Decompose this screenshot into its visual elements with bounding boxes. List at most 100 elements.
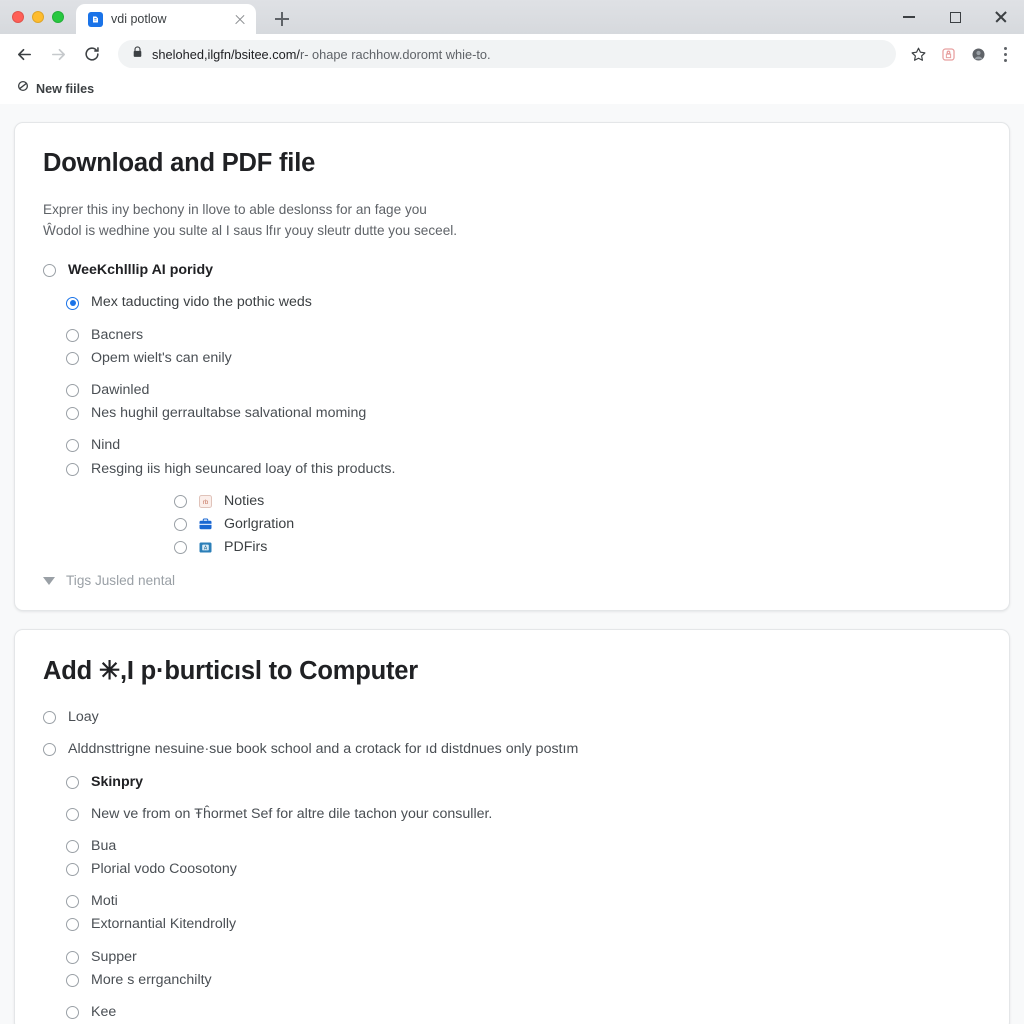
- window-controls: [886, 0, 1024, 34]
- browser-window: vdi potlow shelohed,ilgfn/bsitee.com/r- …: [0, 0, 1024, 1024]
- svg-text:rb: rb: [203, 500, 209, 506]
- radio-option-row[interactable]: Nind: [43, 436, 981, 455]
- radio-option-label: Dawinled: [91, 382, 150, 398]
- radio-option-label: Opem wielt's can enily: [91, 349, 232, 366]
- disclosure-toggle[interactable]: Tigs Jusled nental: [43, 573, 981, 588]
- tab-close-icon[interactable]: [232, 11, 248, 27]
- radio-option-row[interactable]: WeeKchlllip AI poridy: [43, 261, 981, 280]
- radio-button[interactable]: [66, 839, 79, 853]
- radio-option-label: Moti: [91, 893, 118, 910]
- radio-option-label: Bacners: [91, 326, 144, 343]
- browser-tab[interactable]: vdi potlow: [76, 4, 256, 34]
- radio-option-row[interactable]: Kee: [43, 1003, 981, 1022]
- radio-option-row[interactable]: Plorial vodo Coosotony: [43, 860, 981, 879]
- reload-icon[interactable]: [76, 38, 108, 70]
- radio-option-label: WeeKchlllip AI poridy: [68, 262, 214, 279]
- radio-button[interactable]: [174, 541, 187, 555]
- radio-option-label: PDFirs: [224, 539, 268, 556]
- address-bar[interactable]: shelohed,ilgfn/bsitee.com/r- ohape rachh…: [118, 40, 896, 68]
- bookmark-item-new-files[interactable]: New fiiles: [10, 76, 100, 101]
- new-tab-button[interactable]: [268, 5, 296, 33]
- radio-option-row[interactable]: Supper: [43, 948, 981, 967]
- radio-button[interactable]: [66, 407, 79, 421]
- minimize-button[interactable]: [886, 0, 932, 34]
- card-description: Exprer this iny bechony in llove to able…: [43, 200, 981, 241]
- radio-button[interactable]: [66, 462, 79, 476]
- close-button[interactable]: [978, 0, 1024, 34]
- radio-option-label: Extornantial Kitendrolly: [91, 916, 237, 933]
- minimize-window-dot[interactable]: [32, 11, 44, 23]
- radio-button[interactable]: [66, 351, 79, 365]
- radio-option-row[interactable]: New ve from on Ŧĥormet Sef for altre dil…: [43, 805, 981, 824]
- radio-option-row[interactable]: Bua: [43, 837, 981, 856]
- radio-option-label: Kee: [91, 1003, 117, 1020]
- radio-option-row[interactable]: Dawinled: [43, 381, 981, 400]
- radio-option-row[interactable]: Skinpry: [43, 773, 981, 792]
- radio-button[interactable]: [66, 1006, 79, 1019]
- radio-option-label: Mex taducting vido the pothic weds: [91, 294, 312, 311]
- radio-button[interactable]: [66, 863, 79, 877]
- radio-option-row[interactable]: Alddnsttrigne nesuine·sue book school an…: [43, 740, 981, 759]
- star-icon[interactable]: [904, 40, 932, 68]
- card-add-to-computer: Add ✳,I p·burticısl to Computer Loay Ald…: [14, 629, 1010, 1024]
- description-line-1: Exprer this iny bechony in llove to able…: [43, 202, 427, 217]
- radio-option-row[interactable]: Resging iis high seuncared loay of this …: [43, 460, 981, 479]
- tab-title: vdi potlow: [111, 12, 167, 26]
- tab-favicon-icon: [88, 11, 103, 27]
- radio-button[interactable]: [66, 775, 79, 789]
- radio-button[interactable]: [174, 517, 187, 531]
- radio-button[interactable]: [66, 328, 79, 342]
- back-arrow-icon[interactable]: [8, 38, 40, 70]
- radio-option-label: Gorlgration: [224, 515, 295, 532]
- radio-option-label: Bua: [91, 837, 117, 854]
- radio-option-row[interactable]: Opem wielt's can enily: [43, 349, 981, 368]
- traffic-light-buttons: [0, 11, 74, 34]
- radio-option-row[interactable]: More s errganchilty: [43, 971, 981, 990]
- radio-option-row[interactable]: Bacners: [43, 326, 981, 345]
- close-window-dot[interactable]: [12, 11, 24, 23]
- link-icon: [16, 79, 30, 98]
- radio-option-label: Supper: [91, 948, 137, 965]
- radio-button-selected[interactable]: [66, 296, 79, 310]
- radio-option-row-with-icon[interactable]: A PDFirs: [43, 538, 981, 557]
- radio-option-label: More s errganchilty: [91, 971, 212, 988]
- maximize-button[interactable]: [932, 0, 978, 34]
- radio-option-label: Plorial vodo Coosotony: [91, 861, 237, 878]
- radio-option-row[interactable]: Nes hughil gerraultabse salvational momi…: [43, 404, 981, 423]
- bookmark-label: New fiiles: [36, 81, 95, 96]
- radio-option-row-with-icon[interactable]: Gorlgration: [43, 515, 981, 534]
- radio-button[interactable]: [174, 494, 187, 508]
- radio-option-label: Nes hughil gerraultabse salvational momi…: [91, 405, 367, 422]
- page-title: Download and PDF file: [43, 149, 316, 177]
- radio-button[interactable]: [66, 895, 79, 909]
- profile-avatar-icon[interactable]: [964, 40, 992, 68]
- extension-icon[interactable]: [934, 40, 962, 68]
- three-dot-menu-icon[interactable]: [994, 40, 1016, 68]
- radio-button[interactable]: [66, 950, 79, 964]
- radio-button[interactable]: [43, 743, 56, 757]
- radio-button[interactable]: [43, 711, 56, 725]
- radio-option-row[interactable]: Extornantial Kitendrolly: [43, 915, 981, 934]
- radio-option-label: Alddnsttrigne nesuine·sue book school an…: [68, 741, 579, 758]
- radio-option-row[interactable]: Loay: [43, 708, 981, 727]
- radio-button[interactable]: [66, 384, 79, 398]
- radio-option-row[interactable]: Mex taducting vido the pothic weds: [43, 293, 981, 312]
- radio-button[interactable]: [43, 264, 56, 278]
- radio-option-label: Skinpry: [91, 773, 144, 790]
- radio-option-row[interactable]: Moti: [43, 892, 981, 911]
- briefcase-icon: [199, 518, 212, 531]
- pdf-file-icon: A: [199, 541, 212, 554]
- url-path: r- ohape rachhow.doromt whie-to.: [299, 46, 491, 62]
- url-domain: shelohed,ilgfn/bsitee.com/: [152, 46, 300, 62]
- radio-button[interactable]: [66, 807, 79, 821]
- radio-button[interactable]: [66, 439, 79, 453]
- triangle-down-icon: [43, 576, 55, 585]
- radio-button[interactable]: [66, 918, 79, 932]
- maximize-window-dot[interactable]: [52, 11, 64, 23]
- radio-option-label: Loay: [68, 709, 99, 726]
- card-download-pdf: Download and PDF file Exprer this iny be…: [14, 122, 1010, 612]
- radio-option-row-with-icon[interactable]: rb Noties: [43, 492, 981, 511]
- notes-icon: rb: [199, 494, 212, 508]
- radio-button[interactable]: [66, 973, 79, 987]
- radio-option-label: Resging iis high seuncared loay of this …: [91, 460, 396, 477]
